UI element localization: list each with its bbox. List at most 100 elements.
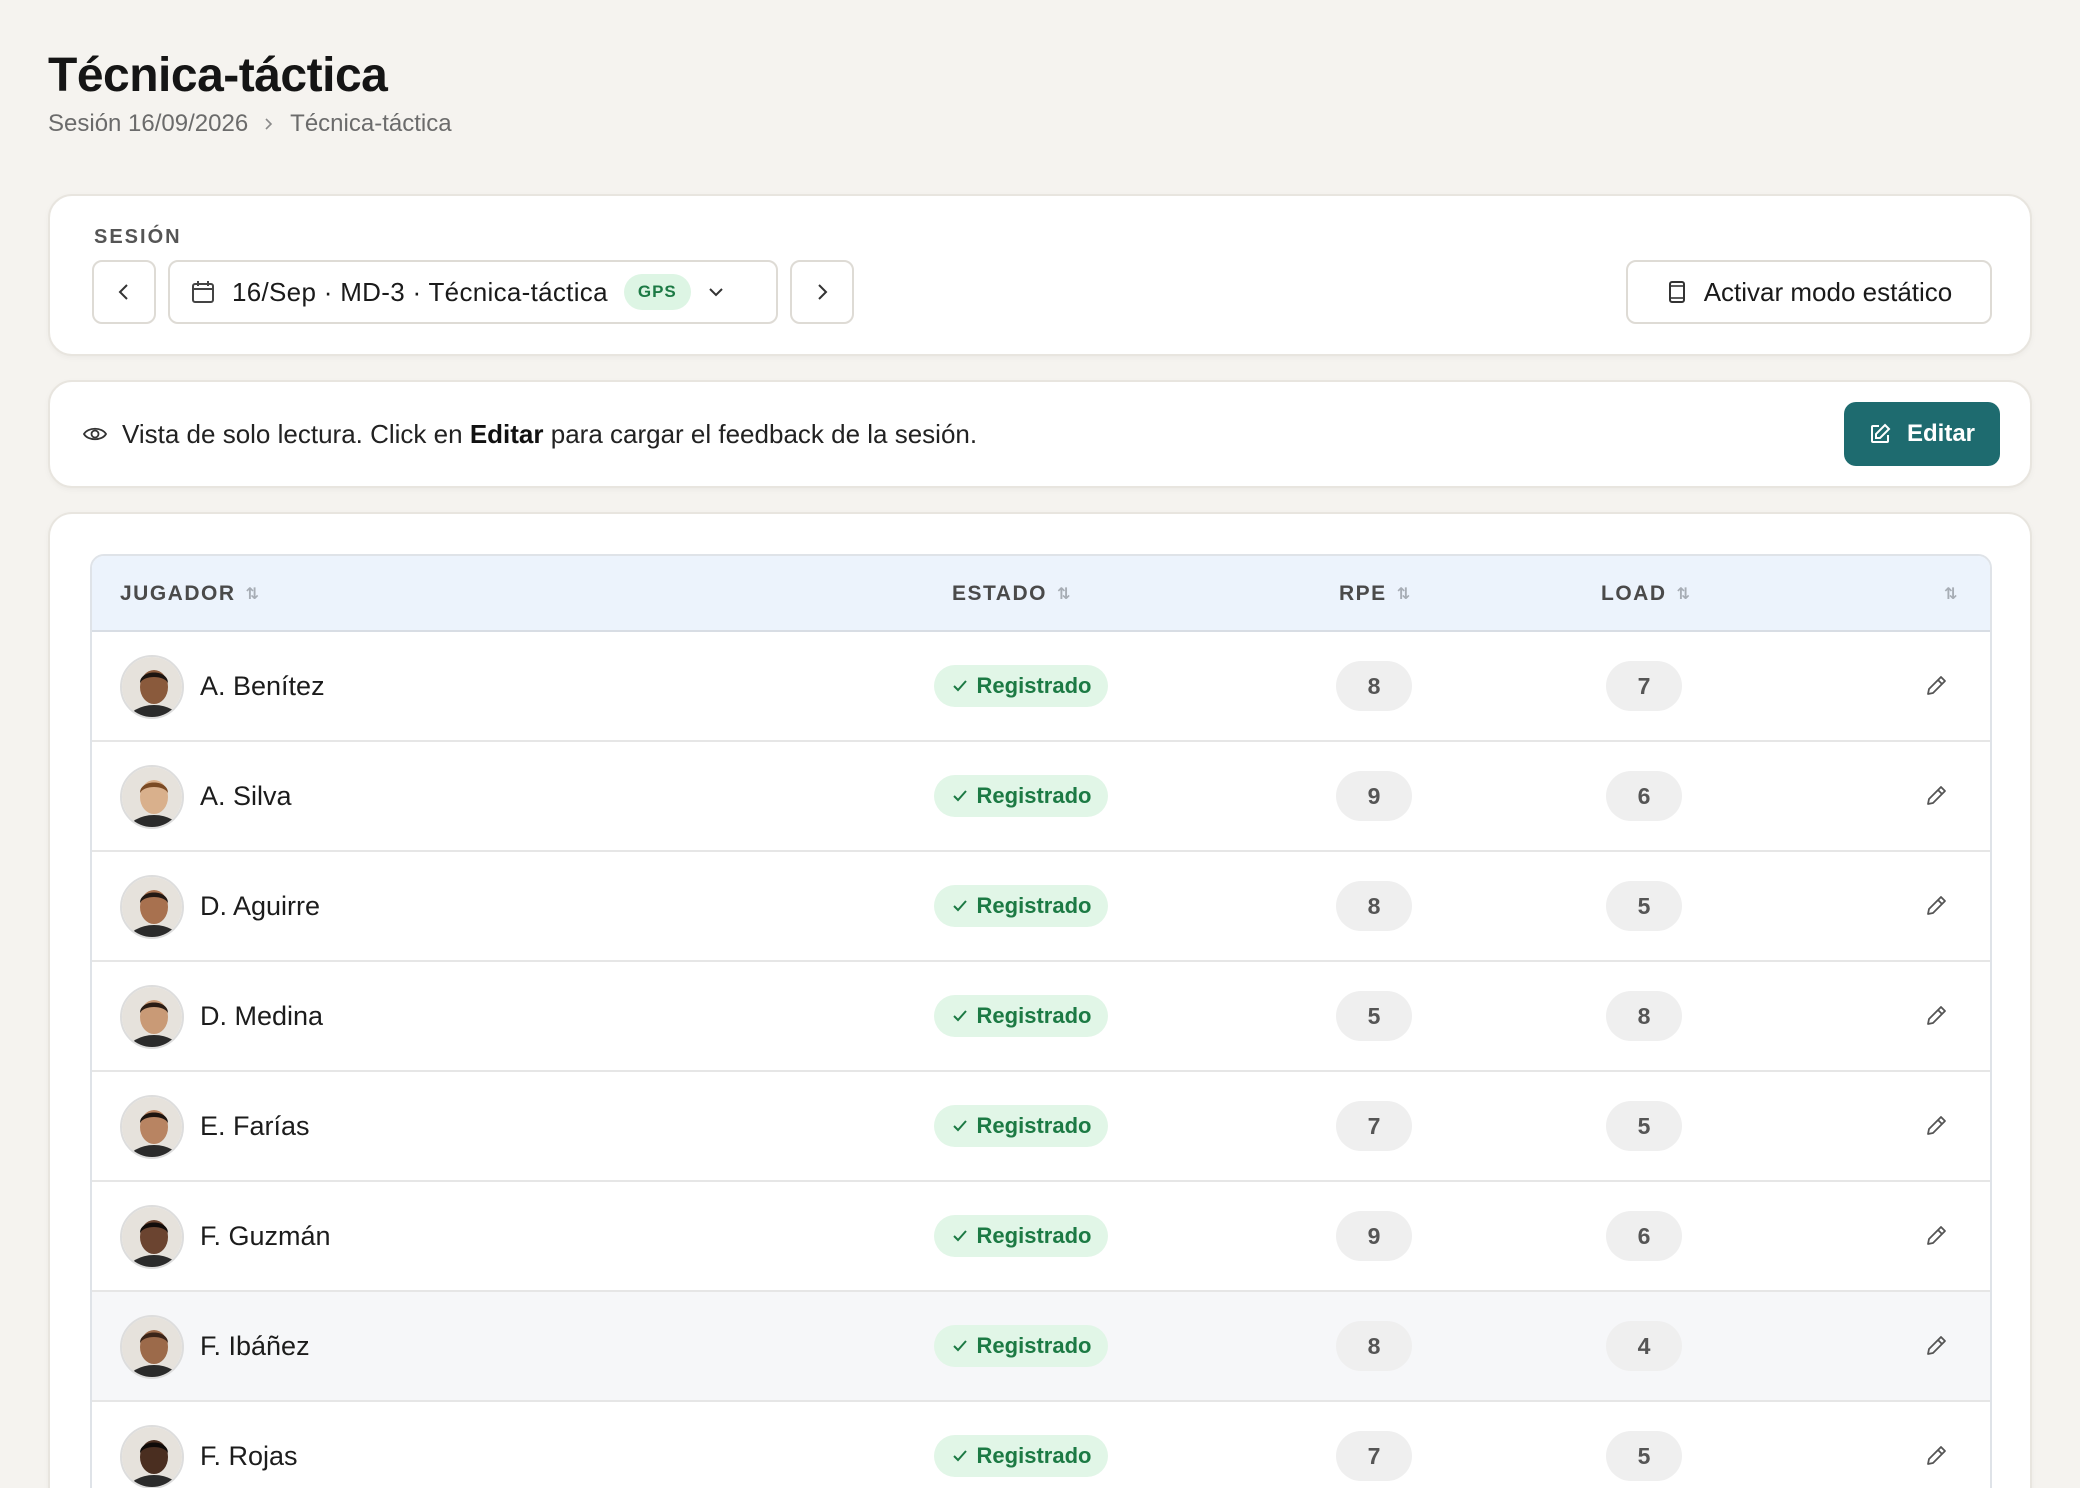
table-row[interactable]: F. Ibáñez Registrado 8 4 bbox=[92, 1292, 1990, 1402]
column-header-jugador[interactable]: JUGADOR ⇅ bbox=[120, 556, 259, 632]
avatar bbox=[120, 1425, 184, 1488]
load-value: 6 bbox=[1606, 771, 1682, 821]
chevron-right-icon bbox=[818, 284, 828, 300]
pencil-icon[interactable] bbox=[1922, 1442, 1950, 1470]
breadcrumb-session[interactable]: Sesión 16/09/2026 bbox=[48, 110, 248, 138]
player-name[interactable]: E. Farías bbox=[200, 1072, 310, 1180]
column-header-load[interactable]: LOAD ⇅ bbox=[1601, 556, 1690, 632]
player-name[interactable]: D. Aguirre bbox=[200, 852, 320, 960]
rpe-value: 8 bbox=[1336, 881, 1412, 931]
load-value: 6 bbox=[1606, 1211, 1682, 1261]
status-badge: Registrado bbox=[934, 1105, 1108, 1147]
players-card: JUGADOR ⇅ ESTADO ⇅ RPE ⇅ LOAD ⇅ ⇅ A. Ben… bbox=[48, 512, 2032, 1488]
table-header: JUGADOR ⇅ ESTADO ⇅ RPE ⇅ LOAD ⇅ ⇅ bbox=[92, 556, 1990, 632]
pencil-icon[interactable] bbox=[1922, 1332, 1950, 1360]
rpe-value: 8 bbox=[1336, 661, 1412, 711]
load-value: 5 bbox=[1606, 881, 1682, 931]
eye-icon bbox=[82, 427, 108, 441]
load-value: 8 bbox=[1606, 991, 1682, 1041]
previous-session-button[interactable] bbox=[92, 260, 156, 324]
tablet-icon bbox=[1668, 281, 1685, 303]
rpe-value: 9 bbox=[1336, 1211, 1412, 1261]
session-select-value: 16/Sep · MD-3 · Técnica-táctica bbox=[232, 276, 608, 307]
column-header-actions[interactable]: ⇅ bbox=[1944, 556, 1957, 632]
edit-button-label: Editar bbox=[1906, 420, 1975, 447]
rpe-value: 8 bbox=[1336, 1321, 1412, 1371]
pencil-icon[interactable] bbox=[1922, 1112, 1950, 1140]
table-row[interactable]: A. Benítez Registrado 8 7 bbox=[92, 632, 1990, 742]
notice-text: Vista de solo lectura. Click en Editar p… bbox=[82, 382, 977, 486]
avatar bbox=[120, 1205, 184, 1269]
avatar bbox=[120, 765, 184, 829]
pencil-icon[interactable] bbox=[1922, 672, 1950, 700]
breadcrumb-current: Técnica-táctica bbox=[290, 110, 452, 137]
avatar bbox=[120, 1315, 184, 1379]
check-icon bbox=[952, 1450, 967, 1462]
player-name[interactable]: F. Rojas bbox=[200, 1402, 298, 1488]
sort-icon: ⇅ bbox=[245, 586, 259, 603]
table-row[interactable]: D. Aguirre Registrado 8 5 bbox=[92, 852, 1990, 962]
status-badge: Registrado bbox=[934, 775, 1108, 817]
sort-icon: ⇅ bbox=[1676, 586, 1690, 603]
table-row[interactable]: F. Rojas Registrado 7 5 bbox=[92, 1402, 1990, 1488]
check-icon bbox=[952, 680, 967, 692]
player-name[interactable]: A. Silva bbox=[200, 742, 292, 850]
avatar bbox=[120, 1095, 184, 1159]
rpe-value: 7 bbox=[1336, 1101, 1412, 1151]
status-badge: Registrado bbox=[934, 1215, 1108, 1257]
load-value: 4 bbox=[1606, 1321, 1682, 1371]
sort-icon: ⇅ bbox=[1396, 586, 1410, 603]
pencil-icon[interactable] bbox=[1922, 1222, 1950, 1250]
player-name[interactable]: D. Medina bbox=[200, 962, 323, 1070]
player-name[interactable]: A. Benítez bbox=[200, 632, 325, 740]
page-title: Técnica-táctica bbox=[48, 49, 388, 102]
player-name[interactable]: F. Guzmán bbox=[200, 1182, 331, 1290]
session-select[interactable]: 16/Sep · MD-3 · Técnica-táctica GPS bbox=[168, 260, 778, 324]
static-mode-label: Activar modo estático bbox=[1703, 276, 1953, 307]
notice-text-bold: Editar bbox=[469, 418, 544, 449]
notice-text-after: para cargar el feedback de la sesión. bbox=[550, 418, 978, 449]
check-icon bbox=[952, 790, 967, 802]
check-icon bbox=[952, 1340, 967, 1352]
status-badge: Registrado bbox=[934, 885, 1108, 927]
status-badge: Registrado bbox=[934, 1325, 1108, 1367]
sort-icon: ⇅ bbox=[1944, 586, 1957, 603]
players-table: JUGADOR ⇅ ESTADO ⇅ RPE ⇅ LOAD ⇅ ⇅ A. Ben… bbox=[90, 554, 1992, 1488]
notice-text-before: Vista de solo lectura. Click en bbox=[122, 418, 463, 449]
table-row[interactable]: F. Guzmán Registrado 9 6 bbox=[92, 1182, 1990, 1292]
status-badge: Registrado bbox=[934, 995, 1108, 1037]
edit-button[interactable]: Editar bbox=[1844, 402, 2000, 466]
check-icon bbox=[952, 1120, 967, 1132]
load-value: 7 bbox=[1606, 661, 1682, 711]
session-label: SESIÓN bbox=[94, 226, 182, 248]
load-value: 5 bbox=[1606, 1101, 1682, 1151]
gps-badge: GPS bbox=[623, 274, 691, 310]
table-row[interactable]: D. Medina Registrado 5 8 bbox=[92, 962, 1990, 1072]
calendar-icon bbox=[192, 281, 214, 303]
column-header-rpe[interactable]: RPE ⇅ bbox=[1339, 556, 1410, 632]
chevron-down-icon bbox=[709, 288, 723, 297]
chevron-left-icon bbox=[118, 284, 128, 300]
player-name[interactable]: F. Ibáñez bbox=[200, 1292, 310, 1400]
table-row[interactable]: A. Silva Registrado 9 6 bbox=[92, 742, 1990, 852]
check-icon bbox=[952, 900, 967, 912]
rpe-value: 9 bbox=[1336, 771, 1412, 821]
static-mode-button[interactable]: Activar modo estático bbox=[1626, 260, 1992, 324]
column-header-estado[interactable]: ESTADO ⇅ bbox=[952, 556, 1070, 632]
rpe-value: 7 bbox=[1336, 1431, 1412, 1481]
table-row[interactable]: E. Farías Registrado 7 5 bbox=[92, 1072, 1990, 1182]
avatar bbox=[120, 875, 184, 939]
pencil-icon[interactable] bbox=[1922, 1002, 1950, 1030]
chevron-right-icon bbox=[262, 111, 276, 137]
load-value: 5 bbox=[1606, 1431, 1682, 1481]
breadcrumb: Sesión 16/09/2026 Técnica-táctica bbox=[48, 110, 452, 138]
pencil-icon[interactable] bbox=[1922, 892, 1950, 920]
check-icon bbox=[952, 1010, 967, 1022]
status-badge: Registrado bbox=[934, 665, 1108, 707]
next-session-button[interactable] bbox=[790, 260, 854, 324]
check-icon bbox=[952, 1230, 967, 1242]
sort-icon: ⇅ bbox=[1056, 586, 1070, 603]
edit-square-icon bbox=[1870, 423, 1891, 443]
pencil-icon[interactable] bbox=[1922, 782, 1950, 810]
avatar bbox=[120, 985, 184, 1049]
